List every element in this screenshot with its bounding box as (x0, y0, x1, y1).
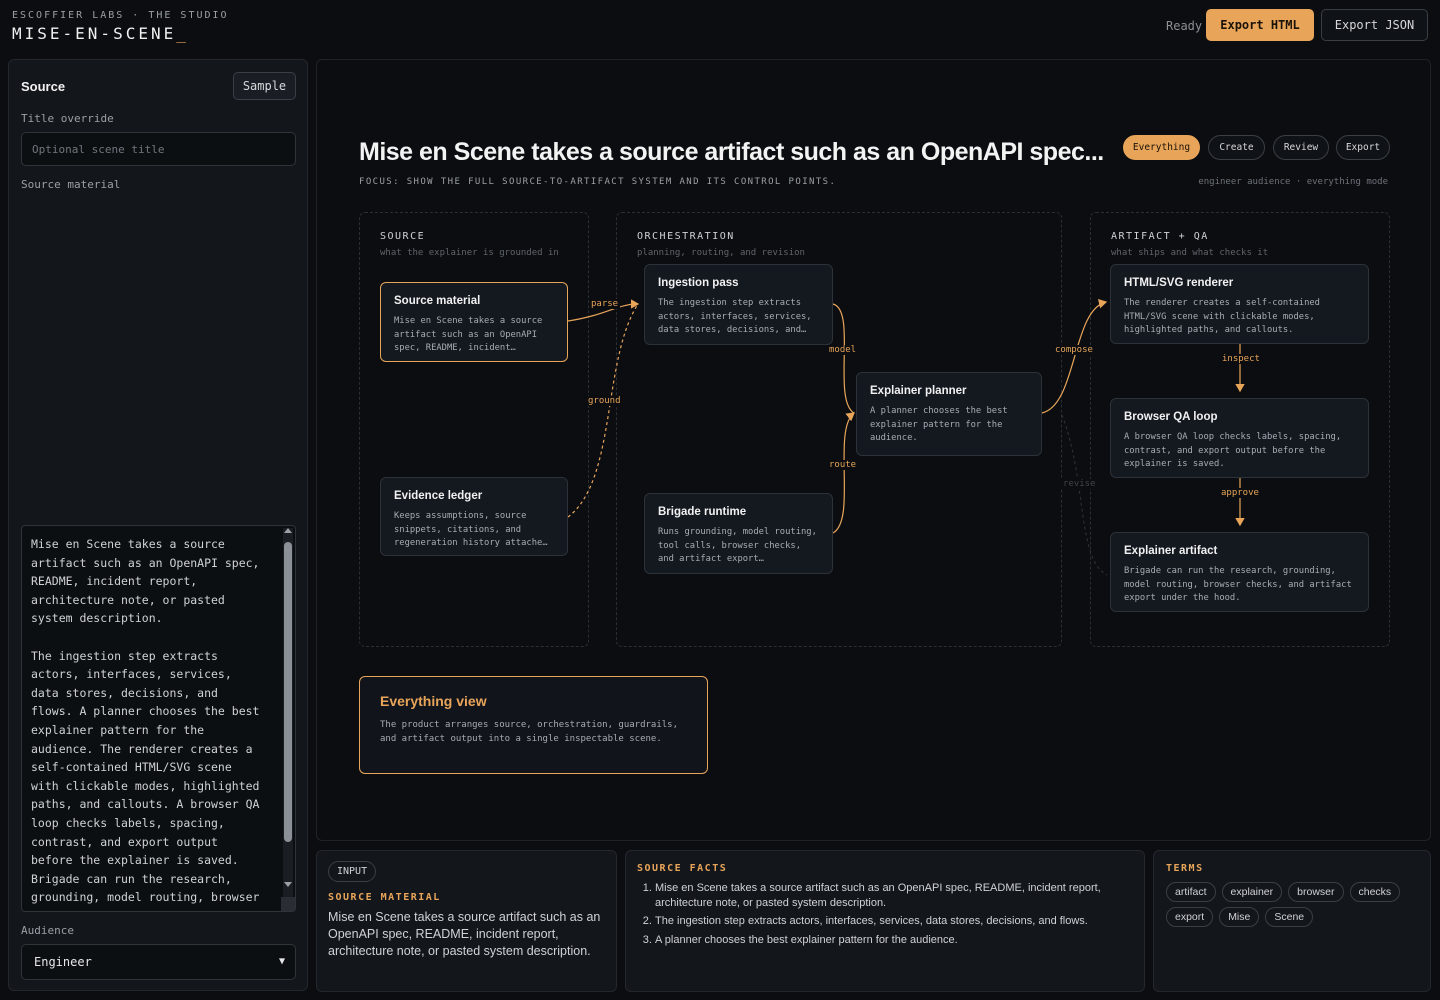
node-title: HTML/SVG renderer (1124, 277, 1234, 289)
scroll-up-icon[interactable] (284, 528, 292, 533)
node-title: Brigade runtime (658, 506, 747, 518)
edge-label-compose: compose (1053, 345, 1095, 355)
node-browser-qa-loop[interactable]: Browser QA loop A browser QA loop checks… (1110, 398, 1369, 478)
brand-kicker: ESCOFFIER LABS · THE STUDIO (12, 10, 229, 21)
input-panel-text: Mise en Scene takes a source artifact su… (328, 910, 601, 958)
node-desc: The ingestion step extracts actors, inte… (658, 298, 812, 335)
edge-model (832, 303, 855, 414)
node-source-material[interactable]: Source material Mise en Scene takes a so… (380, 282, 568, 362)
node-title: Browser QA loop (1124, 411, 1218, 423)
source-facts-list: Mise en Scene takes a source artifact su… (637, 881, 1132, 951)
edge-compose (1041, 298, 1108, 414)
edge-label-inspect: inspect (1220, 354, 1262, 364)
term-chip[interactable]: export (1166, 907, 1214, 927)
app-title-text: MISE-EN-SCENE (12, 24, 177, 43)
scrollbar-thumb[interactable] (284, 542, 292, 842)
terms-label: TERMS (1166, 863, 1204, 874)
edge-ground (567, 303, 639, 518)
node-desc: Runs grounding, model routing, tool call… (658, 527, 817, 564)
source-material-textarea[interactable]: Mise en Scene takes a source artifact su… (21, 525, 296, 912)
resize-grip-icon[interactable] (281, 897, 295, 911)
node-brigade-runtime[interactable]: Brigade runtime Runs grounding, model ro… (644, 493, 833, 574)
node-desc: Brigade can run the research, grounding,… (1124, 566, 1352, 603)
node-desc: Keeps assumptions, source snippets, cita… (394, 511, 548, 548)
term-chip[interactable]: checks (1349, 882, 1401, 902)
sample-button[interactable]: Sample (233, 72, 296, 100)
list-item: The ingestion step extracts actors, inte… (655, 914, 1132, 929)
node-explainer-planner[interactable]: Explainer planner A planner chooses the … (856, 372, 1042, 456)
node-html-svg-renderer[interactable]: HTML/SVG renderer The renderer creates a… (1110, 264, 1369, 344)
term-chip[interactable]: explainer (1221, 882, 1283, 902)
term-chip[interactable]: artifact (1166, 882, 1216, 902)
everything-view-callout: Everything view The product arranges sou… (359, 676, 708, 774)
source-facts-panel: SOURCE FACTS Mise en Scene takes a sourc… (625, 850, 1145, 992)
node-title: Evidence ledger (394, 490, 483, 502)
audience-selected-value: Engineer (34, 955, 92, 969)
edge-label-parse: parse (589, 299, 621, 309)
edge-label-model: model (827, 345, 859, 355)
source-facts-label: SOURCE FACTS (637, 863, 728, 874)
top-bar: ESCOFFIER LABS · THE STUDIO MISE-EN-SCEN… (0, 0, 1440, 54)
chevron-down-icon: ▼ (278, 956, 285, 967)
list-item: A planner chooses the best explainer pat… (655, 933, 1132, 948)
node-desc: The renderer creates a self-contained HT… (1124, 298, 1320, 335)
audience-label: Audience (21, 924, 74, 937)
term-chip[interactable]: browser (1288, 882, 1344, 902)
input-panel-label: SOURCE MATERIAL (328, 892, 441, 903)
terms-list: artifact explainer browser checks export… (1166, 882, 1416, 927)
title-cursor: _ (176, 24, 189, 43)
edge-label-ground: ground (586, 396, 623, 406)
terms-panel: TERMS artifact explainer browser checks … (1153, 850, 1431, 992)
node-ingestion-pass[interactable]: Ingestion pass The ingestion step extrac… (644, 264, 833, 345)
source-panel: Source Sample Title override Source mate… (8, 59, 308, 991)
edge-revise (1061, 414, 1108, 576)
node-title: Explainer artifact (1124, 545, 1218, 557)
source-material-text[interactable]: Mise en Scene takes a source artifact su… (31, 535, 279, 907)
node-evidence-ledger[interactable]: Evidence ledger Keeps assumptions, sourc… (380, 477, 568, 556)
term-chip[interactable]: Mise (1219, 907, 1260, 927)
app-title: MISE-EN-SCENE_ (12, 24, 189, 43)
node-explainer-artifact[interactable]: Explainer artifact Brigade can run the r… (1110, 532, 1369, 612)
edge-label-route: route (827, 460, 859, 470)
input-panel: INPUT SOURCE MATERIAL Mise en Scene take… (316, 850, 617, 992)
status-text: Ready (1166, 19, 1203, 33)
node-desc: Mise en Scene takes a source artifact su… (394, 316, 543, 353)
node-desc: A browser QA loop checks labels, spacing… (1124, 432, 1342, 469)
title-override-input[interactable] (21, 132, 296, 166)
term-chip[interactable]: Scene (1265, 907, 1314, 927)
callout-title: Everything view (380, 693, 487, 709)
edge-label-revise: revise (1061, 479, 1098, 489)
edge-label-approve: approve (1219, 488, 1261, 498)
source-material-label: Source material (21, 178, 121, 191)
edge-route (832, 412, 855, 534)
source-panel-heading: Source (21, 79, 66, 94)
node-title: Ingestion pass (658, 277, 739, 289)
export-json-button[interactable]: Export JSON (1321, 9, 1428, 41)
scroll-down-icon[interactable] (284, 882, 292, 887)
export-html-button[interactable]: Export HTML (1206, 9, 1314, 41)
audience-select[interactable]: Engineer ▼ (21, 944, 296, 980)
node-desc: A planner chooses the best explainer pat… (870, 406, 1008, 443)
scene-stage: Mise en Scene takes a source artifact su… (316, 59, 1431, 841)
node-title: Explainer planner (870, 385, 967, 397)
list-item: Mise en Scene takes a source artifact su… (655, 881, 1132, 910)
input-chip: INPUT (328, 861, 377, 882)
node-title: Source material (394, 295, 481, 307)
title-override-label: Title override (21, 112, 114, 125)
callout-body: The product arranges source, orchestrati… (380, 720, 679, 744)
